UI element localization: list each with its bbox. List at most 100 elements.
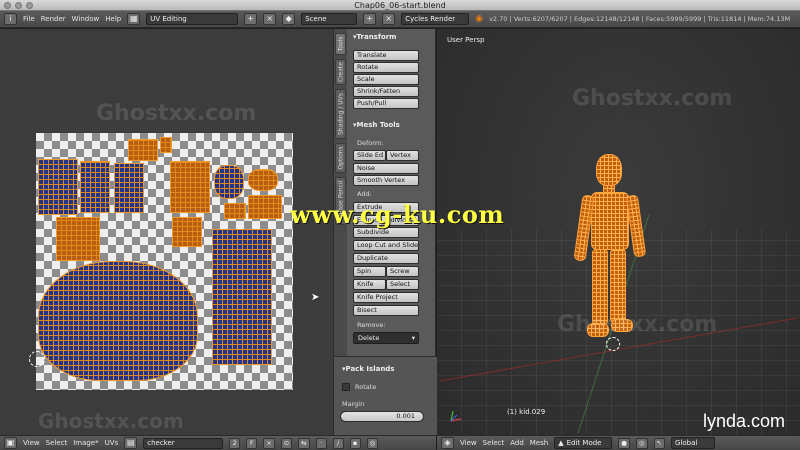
uv-menu-uvs[interactable]: UVs bbox=[105, 439, 119, 447]
render-engine-value: Cycles Render bbox=[405, 15, 456, 23]
uv-island[interactable] bbox=[38, 159, 78, 215]
close-window-button[interactable] bbox=[4, 2, 11, 9]
uv-island[interactable] bbox=[56, 217, 100, 261]
zoom-window-button[interactable] bbox=[26, 2, 33, 9]
uv-island[interactable] bbox=[80, 161, 110, 213]
knife-button[interactable]: Knife bbox=[353, 279, 386, 290]
window-controls[interactable] bbox=[4, 2, 33, 9]
tab-create[interactable]: Create bbox=[335, 59, 346, 85]
menu-render[interactable]: Render bbox=[41, 15, 66, 23]
screw-button[interactable]: Screw bbox=[386, 266, 419, 277]
knife-select-button[interactable]: Select bbox=[386, 279, 419, 290]
fake-user-button[interactable]: F bbox=[246, 437, 258, 449]
window-title: Chap06_06-start.blend bbox=[354, 1, 446, 10]
margin-slider[interactable]: 0.001 bbox=[340, 411, 424, 422]
noise-button[interactable]: Noise bbox=[353, 163, 419, 174]
face-select-icon[interactable]: ▪ bbox=[349, 437, 361, 449]
mesh-torso[interactable] bbox=[591, 192, 629, 250]
duplicate-button[interactable]: Duplicate bbox=[353, 253, 419, 264]
editor-type-icon[interactable]: ▣ bbox=[4, 437, 17, 449]
vertex-slide-button[interactable]: Vertex bbox=[386, 150, 419, 161]
pack-islands-header[interactable]: Pack Islands bbox=[338, 363, 395, 375]
uv-island[interactable] bbox=[114, 163, 144, 213]
2d-cursor[interactable] bbox=[29, 351, 45, 367]
push-pull-button[interactable]: Push/Pull bbox=[353, 98, 419, 109]
tab-shading-uvs[interactable]: Shading / UVs bbox=[335, 89, 346, 139]
image-browse-icon[interactable]: ▤ bbox=[124, 437, 138, 449]
mesh-tools-header[interactable]: Mesh Tools bbox=[349, 119, 400, 131]
3d-cursor[interactable] bbox=[606, 337, 620, 351]
mode-dropdown[interactable]: ▲ Edit Mode bbox=[554, 437, 613, 449]
uv-island[interactable] bbox=[172, 217, 202, 247]
uv-island[interactable] bbox=[214, 165, 244, 199]
watermark-site: www.cg-ku.com bbox=[290, 200, 505, 229]
uv-island-head[interactable] bbox=[38, 261, 198, 381]
unlink-image-icon[interactable]: × bbox=[263, 437, 275, 449]
orientation-dropdown[interactable]: Global bbox=[671, 437, 716, 449]
slide-edge-button[interactable]: Slide Ed bbox=[353, 150, 386, 161]
screen-layout-field[interactable]: UV Editing bbox=[146, 13, 239, 25]
editor-type-icon[interactable]: i bbox=[4, 13, 17, 25]
uv-island[interactable] bbox=[160, 137, 172, 153]
uv-island[interactable] bbox=[128, 139, 158, 161]
pivot-icon[interactable]: ◎ bbox=[366, 437, 379, 449]
tab-tools[interactable]: Tools bbox=[335, 33, 346, 55]
remove-screen-icon[interactable]: × bbox=[263, 13, 277, 25]
transform-header[interactable]: Transform bbox=[349, 31, 397, 43]
pivot-point-icon[interactable]: ◎ bbox=[635, 437, 648, 449]
manipulator-icon[interactable]: ↖ bbox=[653, 437, 666, 449]
image-users-count[interactable]: 2 bbox=[229, 437, 241, 449]
rotate-button[interactable]: Rotate bbox=[353, 62, 419, 73]
uv-menu-view[interactable]: View bbox=[23, 439, 40, 447]
loop-cut-button[interactable]: Loop Cut and Slide bbox=[353, 240, 419, 251]
remove-scene-icon[interactable]: × bbox=[382, 13, 396, 25]
screen-layout-icon[interactable]: ▦ bbox=[127, 13, 141, 25]
edge-select-icon[interactable]: / bbox=[332, 437, 344, 449]
menu-help[interactable]: Help bbox=[105, 15, 121, 23]
sync-selection-icon[interactable]: ⇆ bbox=[298, 437, 310, 449]
vertex-select-icon[interactable]: · bbox=[315, 437, 327, 449]
minimize-window-button[interactable] bbox=[15, 2, 22, 9]
spin-button[interactable]: Spin bbox=[353, 266, 386, 277]
add-scene-icon[interactable]: + bbox=[363, 13, 377, 25]
uv-menu-image[interactable]: Image* bbox=[73, 439, 98, 447]
vp-menu-mesh[interactable]: Mesh bbox=[530, 439, 548, 447]
axis-gizmo-icon bbox=[450, 410, 462, 422]
uv-island-torso[interactable] bbox=[212, 229, 272, 365]
mesh-head[interactable] bbox=[596, 154, 622, 186]
3d-viewport[interactable]: User Persp (1) kid.029 Ghostxx.com Ghost… bbox=[437, 29, 800, 435]
rotate-checkbox[interactable] bbox=[342, 383, 350, 391]
delete-dropdown[interactable]: Delete ▾ bbox=[353, 332, 419, 344]
shrink-fatten-button[interactable]: Shrink/Fatten bbox=[353, 86, 419, 97]
menu-window[interactable]: Window bbox=[72, 15, 100, 23]
lynda-logo: lynda.com bbox=[703, 411, 786, 431]
vp-menu-add[interactable]: Add bbox=[510, 439, 524, 447]
watermark-ghost: Ghostxx.com bbox=[557, 312, 718, 337]
editor-type-icon[interactable]: ◈ bbox=[441, 437, 454, 449]
uv-island[interactable] bbox=[170, 161, 210, 213]
render-engine-dropdown[interactable]: Cycles Render bbox=[401, 13, 470, 25]
add-screen-icon[interactable]: + bbox=[244, 13, 258, 25]
menu-file[interactable]: File bbox=[23, 15, 35, 23]
vp-menu-view[interactable]: View bbox=[460, 439, 477, 447]
checker-image bbox=[36, 133, 293, 390]
smooth-vertex-button[interactable]: Smooth Vertex bbox=[353, 175, 419, 186]
knife-project-button[interactable]: Knife Project bbox=[353, 292, 419, 303]
bisect-button[interactable]: Bisect bbox=[353, 305, 419, 316]
scale-button[interactable]: Scale bbox=[353, 74, 419, 85]
uv-island[interactable] bbox=[224, 203, 246, 219]
scene-field[interactable]: Scene bbox=[301, 13, 358, 25]
translate-button[interactable]: Translate bbox=[353, 50, 419, 61]
viewport-shading-icon[interactable]: ● bbox=[618, 437, 630, 449]
uv-image-editor[interactable]: ➤ Ghostxx.com Ghostxx.com bbox=[0, 29, 333, 435]
uv-menu-select[interactable]: Select bbox=[46, 439, 68, 447]
uv-island[interactable] bbox=[248, 169, 278, 191]
uv-island[interactable] bbox=[248, 195, 282, 219]
scene-icon[interactable]: ◆ bbox=[282, 13, 296, 25]
scene-stats: v2.70 | Verts:6207/6207 | Edges:12148/12… bbox=[489, 15, 791, 23]
vp-menu-select[interactable]: Select bbox=[483, 439, 505, 447]
tab-options[interactable]: Options bbox=[335, 143, 346, 173]
pin-icon[interactable]: ⊙ bbox=[280, 437, 293, 449]
image-name-field[interactable]: checker bbox=[143, 437, 224, 449]
deform-label: Deform: bbox=[357, 139, 384, 147]
